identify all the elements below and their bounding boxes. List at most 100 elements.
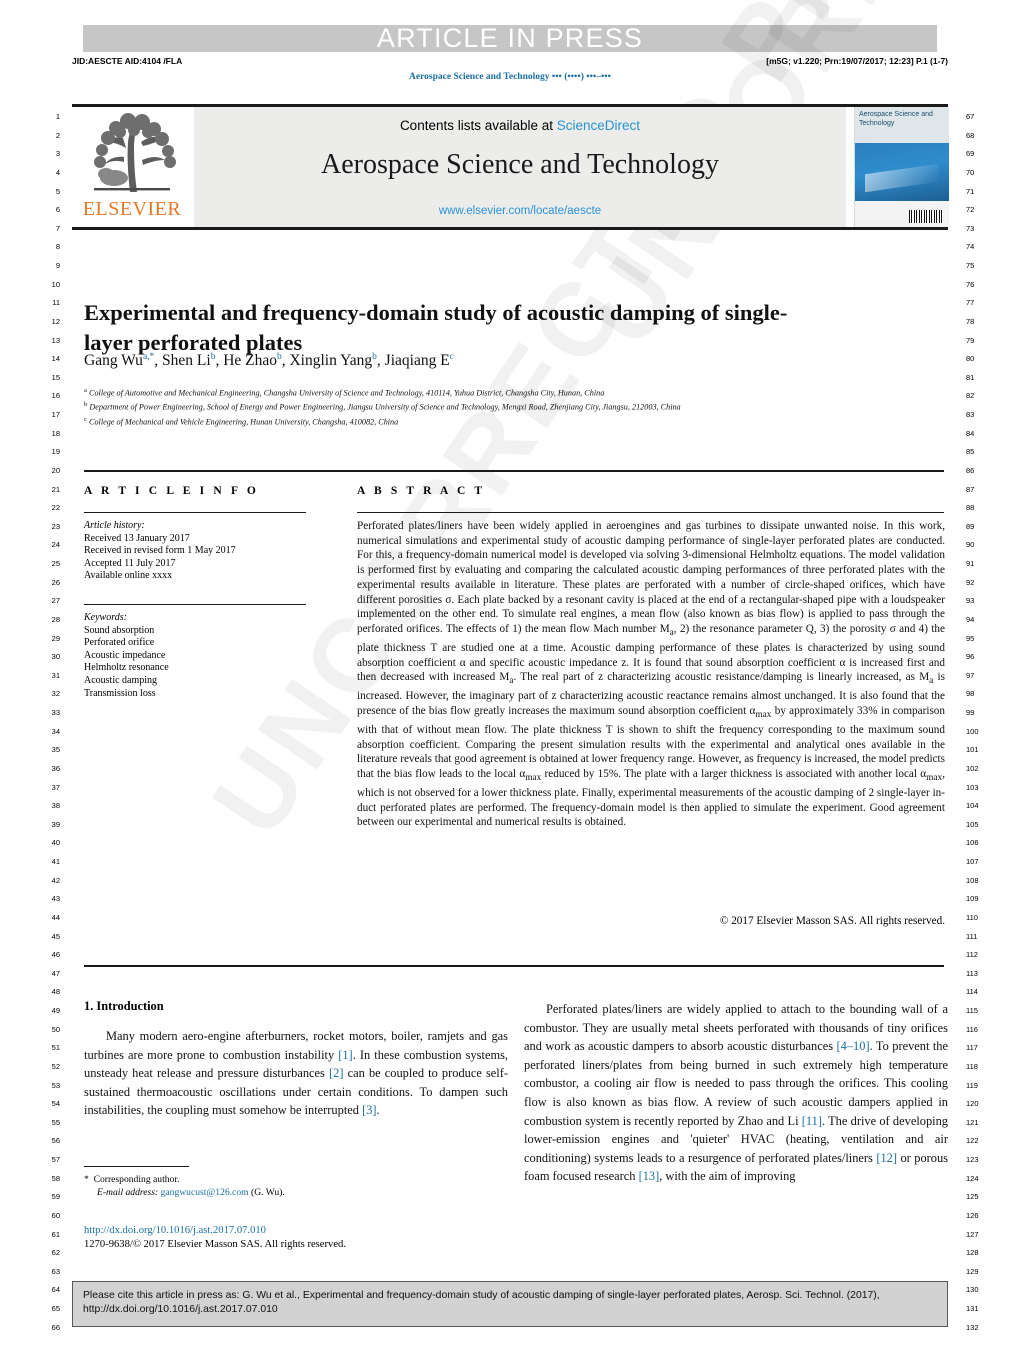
line-number: 116 xyxy=(966,1024,978,1034)
line-number: 100 xyxy=(966,726,979,736)
keywords-label: Keywords: xyxy=(84,612,127,623)
line-number: 95 xyxy=(966,633,975,643)
line-number: 120 xyxy=(966,1099,979,1109)
line-number: 117 xyxy=(966,1043,978,1053)
author-affiliation-marker: b xyxy=(210,352,216,362)
affiliation-c-text: College of Mechanical and Vehicle Engine… xyxy=(88,417,399,427)
line-number: 2 xyxy=(55,130,60,140)
line-number: 112 xyxy=(966,950,978,960)
citation-reference[interactable]: [12] xyxy=(876,1151,897,1165)
imprint-block: http://dx.doi.org/10.1016/j.ast.2017.07.… xyxy=(84,1224,524,1251)
line-number: 115 xyxy=(966,1006,978,1015)
affiliation-a-text: College of Automotive and Mechanical Eng… xyxy=(88,388,605,398)
line-number: 125 xyxy=(966,1192,979,1202)
line-number: 50 xyxy=(51,1024,60,1034)
line-number: 97 xyxy=(966,670,975,680)
line-number: 83 xyxy=(966,410,975,419)
line-number: 1 xyxy=(55,112,60,121)
cover-title-text: Aerospace Science and Technology xyxy=(859,111,933,127)
line-number: 129 xyxy=(966,1266,979,1276)
line-number: 64 xyxy=(51,1285,60,1295)
line-number: 126 xyxy=(966,1210,979,1220)
corresponding-author-label: Corresponding author. xyxy=(93,1174,180,1185)
line-number: 86 xyxy=(966,465,975,475)
article-history-block: Article history: Received 13 January 201… xyxy=(84,520,314,583)
line-number: 51 xyxy=(51,1043,60,1053)
author-affiliation-marker: b xyxy=(276,352,282,362)
line-number: 74 xyxy=(966,242,975,252)
author-affiliation-marker: c xyxy=(449,352,454,362)
line-number: 70 xyxy=(966,167,975,177)
line-number: 132 xyxy=(966,1322,979,1332)
line-number: 55 xyxy=(51,1117,60,1127)
line-number: 68 xyxy=(966,130,975,140)
line-number: 11 xyxy=(52,298,60,308)
citation-reference[interactable]: [1] xyxy=(338,1048,352,1062)
line-numbers-left: 1 2 3 4 5 6 7 8 9 10 11 12 13 14 15 16 17 18 19 20 21 22 23 24 2… xyxy=(38,108,60,1337)
citation-reference[interactable]: [4–10] xyxy=(837,1039,870,1053)
line-number: 16 xyxy=(51,391,60,401)
journal-masthead: ELSEVIER Contents lists available at Sci… xyxy=(72,104,949,230)
email-link[interactable]: gangwucust@126.com xyxy=(161,1187,249,1198)
line-number: 81 xyxy=(966,372,975,382)
line-number: 124 xyxy=(966,1173,979,1183)
line-number: 52 xyxy=(51,1061,60,1071)
elsevier-logo: ELSEVIER xyxy=(72,110,192,224)
keyword-item: Acoustic impedance xyxy=(84,649,166,661)
journal-homepage-link[interactable]: www.elsevier.com/locate/aescte xyxy=(194,205,846,217)
doi-link[interactable]: http://dx.doi.org/10.1016/j.ast.2017.07.… xyxy=(84,1225,266,1236)
line-number: 75 xyxy=(966,261,975,270)
line-number: 29 xyxy=(51,633,60,643)
line-number: 103 xyxy=(966,782,979,792)
proof-stamp-row: JID:AESCTE AID:4104 /FLA [m5G; v1.220; P… xyxy=(72,56,948,66)
citation-reference[interactable]: [3] xyxy=(362,1103,376,1117)
citation-reference[interactable]: [13] xyxy=(639,1169,660,1183)
contents-prefix-label: Contents lists available at xyxy=(399,118,557,133)
line-number: 87 xyxy=(966,484,975,494)
sciencedirect-link[interactable]: ScienceDirect xyxy=(557,118,640,133)
keywords-list: Sound absorption Perforated orifice Acoust… xyxy=(84,625,314,701)
line-number: 69 xyxy=(966,149,975,159)
line-number: 39 xyxy=(51,819,60,829)
line-number: 36 xyxy=(51,763,60,773)
line-number: 14 xyxy=(51,354,60,364)
line-number: 58 xyxy=(51,1173,60,1183)
line-number: 94 xyxy=(966,614,975,624)
article-history-item: Available online xxxx xyxy=(84,570,173,582)
line-number: 18 xyxy=(51,428,60,438)
keyword-item: Helmholtz resonance xyxy=(84,662,169,674)
affiliation-c: c College of Mechanical and Vehicle Engi… xyxy=(84,415,399,427)
line-number: 93 xyxy=(966,596,975,606)
affiliation-b: b Department of Power Engineering, Schoo… xyxy=(84,401,681,413)
line-number: 59 xyxy=(51,1192,60,1202)
line-number: 110 xyxy=(966,912,978,922)
keyword-item: Perforated orifice xyxy=(84,637,155,649)
line-number: 26 xyxy=(51,577,60,587)
line-number: 99 xyxy=(966,708,975,717)
article-history-item: Received in revised form 1 May 2017 xyxy=(84,545,236,557)
line-number: 15 xyxy=(51,372,60,382)
line-number: 91 xyxy=(966,559,975,568)
line-number: 61 xyxy=(51,1229,60,1239)
line-number: 127 xyxy=(966,1229,979,1239)
masthead-bottom-rule xyxy=(72,227,948,230)
keyword-item: Transmission loss xyxy=(84,687,156,699)
keyword-item: Acoustic damping xyxy=(84,674,158,686)
line-number: 101 xyxy=(966,745,979,755)
line-number: 71 xyxy=(966,186,975,196)
cover-title-band: Aerospace Science and Technology xyxy=(855,107,949,143)
line-number: 96 xyxy=(966,652,975,662)
citation-reference[interactable]: [2] xyxy=(329,1066,343,1080)
abstract-block-top-rule xyxy=(84,470,944,472)
footnote-rule xyxy=(84,1166,189,1168)
line-number: 65 xyxy=(51,1304,60,1313)
citation-reference[interactable]: [11] xyxy=(802,1114,822,1128)
line-number: 92 xyxy=(966,577,975,587)
line-number: 6 xyxy=(55,205,60,215)
abstract-copyright: © 2017 Elsevier Masson SAS. All rights r… xyxy=(719,915,945,927)
introduction-left-column: Many modern aero-engine afterburners, ro… xyxy=(84,1029,509,1118)
line-number: 10 xyxy=(51,279,60,289)
line-number: 22 xyxy=(51,503,60,513)
keywords-block: Keywords: Sound absorption Perforated ori… xyxy=(84,612,314,700)
line-number: 105 xyxy=(966,819,979,829)
